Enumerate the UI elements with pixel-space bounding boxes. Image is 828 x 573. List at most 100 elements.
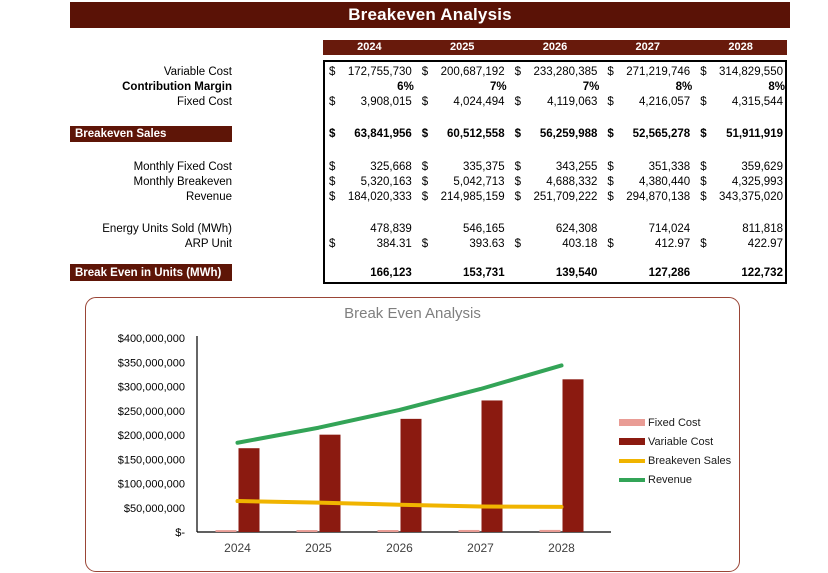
- value-cell[interactable]: 811,818: [694, 223, 787, 235]
- value-cell[interactable]: 546,165: [416, 223, 509, 235]
- value-cell[interactable]: 8%: [601, 81, 694, 93]
- value-cell[interactable]: 139,540: [509, 267, 602, 279]
- value-cell[interactable]: $200,687,192: [416, 66, 509, 78]
- row-label[interactable]: Fixed Cost: [70, 96, 232, 108]
- value-cell[interactable]: $184,020,333: [323, 191, 416, 203]
- value-cell[interactable]: $63,841,956: [323, 128, 416, 140]
- cell-value: 51,911,919: [726, 128, 783, 140]
- value-cell[interactable]: $271,219,746: [601, 66, 694, 78]
- cell-value: 172,755,730: [347, 65, 412, 78]
- variable-cost-bar: [400, 418, 422, 532]
- cell-value: 343,255: [555, 160, 598, 173]
- year-header-cell[interactable]: 2025: [416, 40, 509, 55]
- value-cell[interactable]: $343,255: [509, 161, 602, 173]
- value-cell[interactable]: 7%: [509, 81, 602, 93]
- legend-item-revenue[interactable]: Revenue: [619, 470, 731, 489]
- value-cell[interactable]: $384.31: [323, 238, 416, 250]
- value-cell[interactable]: 714,024: [601, 223, 694, 235]
- cell-value: 251,709,222: [533, 190, 598, 203]
- y-axis-tick-label: $350,000,000: [118, 357, 185, 369]
- currency-symbol: $: [700, 128, 707, 140]
- value-cell[interactable]: 7%: [416, 81, 509, 93]
- value-cell[interactable]: 153,731: [416, 267, 509, 279]
- value-cell[interactable]: $60,512,558: [416, 128, 509, 140]
- value-cell[interactable]: 8%: [694, 81, 787, 93]
- cell-value: 546,165: [463, 222, 505, 235]
- y-axis-tick-label: $-: [175, 527, 185, 539]
- value-cell[interactable]: $314,829,550: [694, 66, 787, 78]
- row-label[interactable]: Monthly Fixed Cost: [70, 161, 232, 173]
- currency-symbol: $: [329, 175, 336, 188]
- breakeven-chart[interactable]: Break Even Analysis $- $50,000,000 $100,00…: [85, 297, 740, 572]
- currency-symbol: $: [329, 128, 336, 140]
- value-cell[interactable]: $325,668: [323, 161, 416, 173]
- row-label[interactable]: Break Even in Units (MWh): [70, 264, 232, 281]
- value-cell[interactable]: $422.97: [694, 238, 787, 250]
- currency-symbol: $: [607, 160, 614, 173]
- value-cell[interactable]: $359,629: [694, 161, 787, 173]
- value-cell[interactable]: $5,320,163: [323, 176, 416, 188]
- value-cell[interactable]: $412.97: [601, 238, 694, 250]
- row-label[interactable]: Revenue: [70, 191, 232, 203]
- currency-symbol: $: [607, 65, 614, 78]
- value-cell[interactable]: $335,375: [416, 161, 509, 173]
- cell-value: 294,870,138: [626, 190, 691, 203]
- row-label[interactable]: Contribution Margin: [70, 81, 232, 93]
- year-header-cell[interactable]: 2024: [323, 40, 416, 55]
- cell-value: 166,123: [370, 266, 412, 279]
- value-cell[interactable]: $5,042,713: [416, 176, 509, 188]
- value-cell[interactable]: 122,732: [694, 267, 787, 279]
- table-row: Monthly Breakeven $5,320,163 $5,042,713 $4,…: [70, 174, 787, 189]
- value-cell[interactable]: $4,325,993: [694, 176, 787, 188]
- value-cell[interactable]: $4,315,544: [694, 96, 787, 108]
- value-cell[interactable]: $3,908,015: [323, 96, 416, 108]
- cell-value: 393.63: [469, 237, 505, 250]
- cell-value: 314,829,550: [719, 65, 783, 78]
- variable-cost-bar: [562, 379, 584, 532]
- value-cell[interactable]: $393.63: [416, 238, 509, 250]
- value-cell[interactable]: $351,338: [601, 161, 694, 173]
- value-cell[interactable]: $51,911,919: [694, 128, 787, 140]
- row-label[interactable]: Energy Units Sold (MWh): [70, 223, 232, 235]
- currency-symbol: $: [700, 65, 707, 78]
- legend-item-breakeven-sales[interactable]: Breakeven Sales: [619, 451, 731, 470]
- year-header-cell[interactable]: 2026: [509, 40, 602, 55]
- value-cell[interactable]: $56,259,988: [509, 128, 602, 140]
- row-label[interactable]: Monthly Breakeven: [70, 176, 232, 188]
- value-cell[interactable]: $4,688,332: [509, 176, 602, 188]
- value-cell[interactable]: $172,755,730: [323, 66, 416, 78]
- x-axis-category-label: 2025: [305, 541, 332, 555]
- year-header-cell[interactable]: 2027: [601, 40, 694, 55]
- value-cell[interactable]: $343,375,020: [694, 191, 787, 203]
- value-cell[interactable]: $403.18: [509, 238, 602, 250]
- row-label[interactable]: Variable Cost: [70, 66, 232, 78]
- cell-value: 7%: [582, 80, 600, 93]
- table-row: Breakeven Sales $63,841,956 $60,512,558 $56…: [70, 126, 787, 142]
- value-cell[interactable]: $4,216,057: [601, 96, 694, 108]
- currency-symbol: $: [700, 190, 707, 203]
- value-cell[interactable]: $251,709,222: [509, 191, 602, 203]
- legend-item-variable-cost[interactable]: Variable Cost: [619, 432, 731, 451]
- cell-value: 4,325,993: [731, 175, 783, 188]
- cell-value: 4,216,057: [639, 95, 691, 108]
- row-label[interactable]: ARP Unit: [70, 238, 232, 250]
- legend-item-fixed-cost[interactable]: Fixed Cost: [619, 413, 731, 432]
- value-cell[interactable]: $4,119,063: [509, 96, 602, 108]
- row-label[interactable]: Breakeven Sales: [70, 126, 232, 142]
- table-row: Revenue $184,020,333 $214,985,159 $251,709,…: [70, 189, 787, 204]
- year-header-cell[interactable]: 2028: [694, 40, 787, 55]
- currency-symbol: $: [514, 237, 521, 250]
- value-cell[interactable]: 127,286: [601, 267, 694, 279]
- value-cell[interactable]: $294,870,138: [601, 191, 694, 203]
- value-cell[interactable]: $4,024,494: [416, 96, 509, 108]
- value-cell[interactable]: $214,985,159: [416, 191, 509, 203]
- cell-value: 200,687,192: [440, 65, 505, 78]
- value-cell[interactable]: $52,565,278: [601, 128, 694, 140]
- value-cell[interactable]: $4,380,440: [601, 176, 694, 188]
- value-cell[interactable]: 624,308: [509, 223, 602, 235]
- value-cell[interactable]: 166,123: [323, 267, 416, 279]
- value-cell[interactable]: 6%: [323, 81, 416, 93]
- y-axis-tick-label: $200,000,000: [118, 430, 185, 442]
- value-cell[interactable]: $233,280,385: [509, 66, 602, 78]
- value-cell[interactable]: 478,839: [323, 223, 416, 235]
